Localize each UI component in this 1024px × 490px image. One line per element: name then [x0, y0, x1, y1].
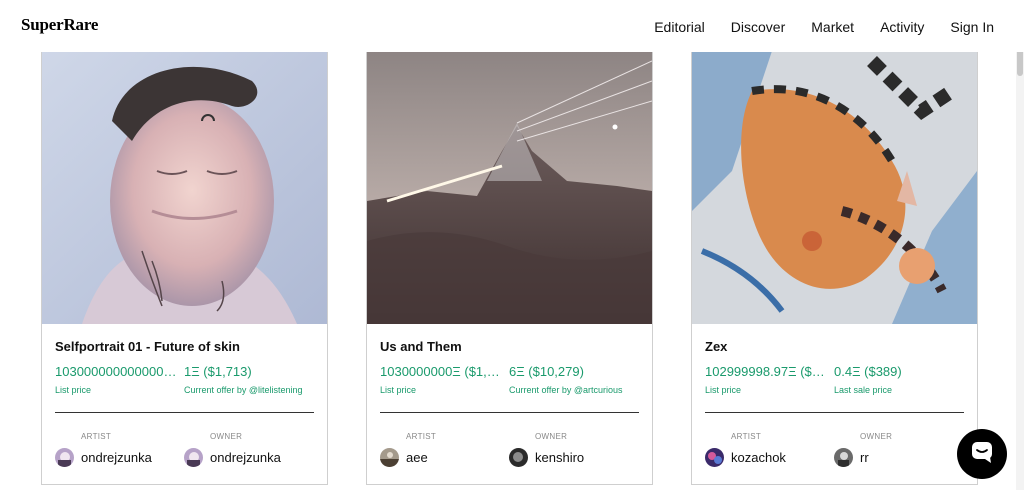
artist-avatar[interactable] [380, 448, 399, 467]
artwork-image[interactable] [42, 51, 327, 324]
owner-label: OWNER [535, 432, 568, 441]
nav-sign-in[interactable]: Sign In [950, 19, 994, 35]
artwork-image[interactable] [367, 51, 652, 324]
list-price-label: List price [380, 385, 417, 395]
offer-price-value: 1Ξ ($1,713) [184, 364, 252, 379]
artist-label: ARTIST [731, 432, 762, 441]
nav-discover[interactable]: Discover [731, 19, 785, 35]
owner-avatar[interactable] [834, 448, 853, 467]
list-price-value: 1030000000Ξ ($1,71... [380, 364, 505, 379]
site-header: SuperRare Editorial Discover Market Acti… [0, 0, 1024, 52]
list-price-value: 102999998.97Ξ ($17... [705, 364, 830, 379]
nav-market[interactable]: Market [811, 19, 854, 35]
last-sale-label: Last sale price [834, 385, 893, 395]
offer-label[interactable]: Current offer by @litelistening [184, 385, 303, 395]
offer-price-value: 6Ξ ($10,279) [509, 364, 584, 379]
nav-activity[interactable]: Activity [880, 19, 924, 35]
owner-name[interactable]: kenshiro [535, 450, 584, 465]
artwork-title[interactable]: Selfportrait 01 - Future of skin [55, 339, 240, 354]
divider [705, 412, 964, 413]
artwork-title[interactable]: Us and Them [380, 339, 462, 354]
chat-icon [970, 440, 994, 469]
last-sale-price-value: 0.4Ξ ($389) [834, 364, 902, 379]
owner-label: OWNER [210, 432, 243, 441]
owner-label: OWNER [860, 432, 893, 441]
main-nav: Editorial Discover Market Activity Sign … [654, 19, 994, 35]
list-price-label: List price [55, 385, 92, 395]
artwork-card[interactable]: Zex 102999998.97Ξ ($17... 0.4Ξ ($389) Li… [691, 50, 978, 485]
owner-name[interactable]: rr [860, 450, 869, 465]
list-price-label: List price [705, 385, 742, 395]
list-price-value: 10300000000000000000 [55, 364, 180, 379]
artist-name[interactable]: kozachok [731, 450, 786, 465]
nav-editorial[interactable]: Editorial [654, 19, 705, 35]
scrollbar[interactable] [1016, 0, 1024, 490]
divider [380, 412, 639, 413]
artist-name[interactable]: ondrejzunka [81, 450, 152, 465]
artist-label: ARTIST [81, 432, 112, 441]
offer-label[interactable]: Current offer by @artcurious [509, 385, 623, 395]
divider [55, 412, 314, 413]
logo[interactable]: SuperRare [21, 15, 98, 35]
owner-name[interactable]: ondrejzunka [210, 450, 281, 465]
artwork-card[interactable]: Us and Them 1030000000Ξ ($1,71... 6Ξ ($1… [366, 50, 653, 485]
artwork-card[interactable]: Selfportrait 01 - Future of skin 1030000… [41, 50, 328, 485]
owner-avatar[interactable] [184, 448, 203, 467]
artist-avatar[interactable] [55, 448, 74, 467]
artist-avatar[interactable] [705, 448, 724, 467]
artwork-title[interactable]: Zex [705, 339, 727, 354]
artist-label: ARTIST [406, 432, 437, 441]
artist-name[interactable]: aee [406, 450, 428, 465]
owner-avatar[interactable] [509, 448, 528, 467]
artwork-image[interactable] [692, 51, 977, 324]
chat-button[interactable] [957, 429, 1007, 479]
